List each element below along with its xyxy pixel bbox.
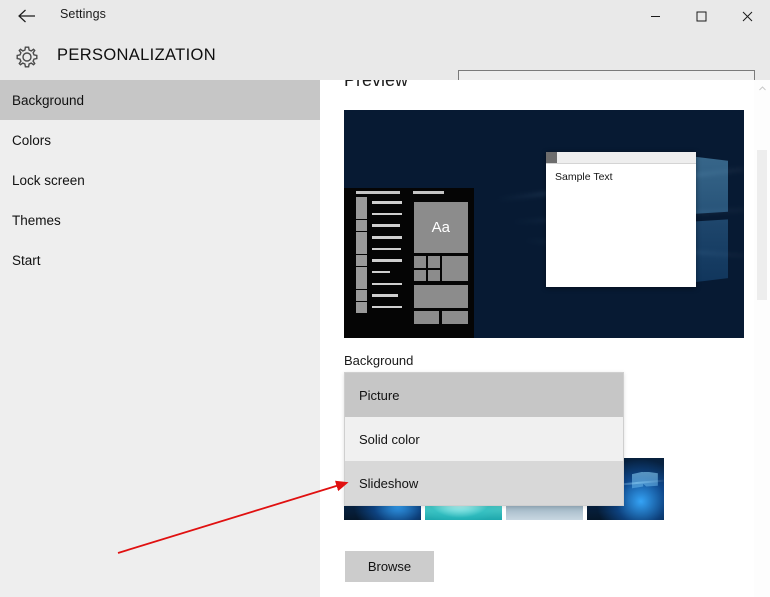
- window-title: Settings: [60, 7, 106, 21]
- back-button[interactable]: [8, 2, 46, 30]
- preview-heading: Preview: [344, 80, 409, 90]
- settings-window: Settings PERSONALIZATION Find a setting …: [0, 0, 770, 597]
- tile-medium: [441, 255, 469, 283]
- dropdown-option-solid-color[interactable]: Solid color: [345, 417, 623, 461]
- sidebar-item-label: Background: [12, 92, 85, 108]
- close-button[interactable]: [724, 0, 770, 32]
- sidebar-item-themes[interactable]: Themes: [0, 200, 320, 240]
- minimize-button[interactable]: [632, 0, 678, 32]
- sample-window-titlebar: [546, 152, 696, 165]
- sidebar-item-label: Start: [12, 252, 41, 268]
- sidebar-item-label: Themes: [12, 212, 61, 228]
- tile-aa: Aa: [412, 201, 469, 254]
- start-menu-tiles: Aa: [412, 201, 469, 333]
- maximize-icon: [696, 11, 707, 22]
- maximize-button[interactable]: [678, 0, 724, 32]
- background-section-label: Background: [344, 353, 414, 368]
- page-header: PERSONALIZATION: [0, 32, 770, 102]
- tile-small: [427, 255, 442, 269]
- browse-button[interactable]: Browse: [345, 551, 434, 582]
- gear-icon: [12, 42, 42, 72]
- scrollbar-thumb[interactable]: [757, 150, 767, 300]
- tile-small: [412, 269, 427, 283]
- sidebar-item-start[interactable]: Start: [0, 240, 320, 280]
- sidebar-item-colors[interactable]: Colors: [0, 120, 320, 160]
- sample-window-text: Sample Text: [555, 171, 613, 184]
- dropdown-option-label: Slideshow: [359, 475, 419, 491]
- sample-window-icon: [546, 152, 557, 164]
- dropdown-option-label: Solid color: [359, 431, 420, 447]
- sidebar-item-lock-screen[interactable]: Lock screen: [0, 160, 320, 200]
- sidebar-item-background[interactable]: Background: [0, 80, 320, 120]
- settings-content-pane: Preview Aa Sample Text Background Pictur…: [320, 80, 770, 597]
- desktop-preview: Aa Sample Text: [344, 110, 744, 338]
- dropdown-option-picture[interactable]: Picture: [345, 373, 623, 417]
- close-icon: [742, 11, 753, 22]
- page-title: PERSONALIZATION: [57, 46, 216, 64]
- sidebar-item-label: Colors: [12, 132, 52, 148]
- tile-small: [412, 255, 427, 269]
- dropdown-option-label: Picture: [359, 387, 400, 403]
- dropdown-option-slideshow[interactable]: Slideshow: [345, 461, 623, 505]
- window-controls: [632, 0, 770, 32]
- start-menu-app-list: [355, 196, 403, 326]
- background-type-dropdown[interactable]: Picture Solid color Slideshow: [344, 372, 624, 506]
- content-scrollbar[interactable]: [754, 80, 770, 597]
- back-arrow-icon: [17, 8, 37, 24]
- sample-window-preview: Sample Text: [546, 152, 696, 287]
- scroll-up-arrow-icon[interactable]: [754, 80, 770, 96]
- tile-bottom: [412, 310, 441, 325]
- minimize-icon: [650, 11, 661, 22]
- tile-small: [427, 269, 442, 283]
- tile-wide: [412, 283, 469, 309]
- settings-sidebar: Background Colors Lock screen Themes Sta…: [0, 80, 320, 597]
- sidebar-item-label: Lock screen: [12, 172, 85, 188]
- start-menu-preview: Aa: [344, 187, 474, 338]
- tile-bottom: [441, 310, 469, 325]
- window-titlebar: Settings: [0, 0, 770, 32]
